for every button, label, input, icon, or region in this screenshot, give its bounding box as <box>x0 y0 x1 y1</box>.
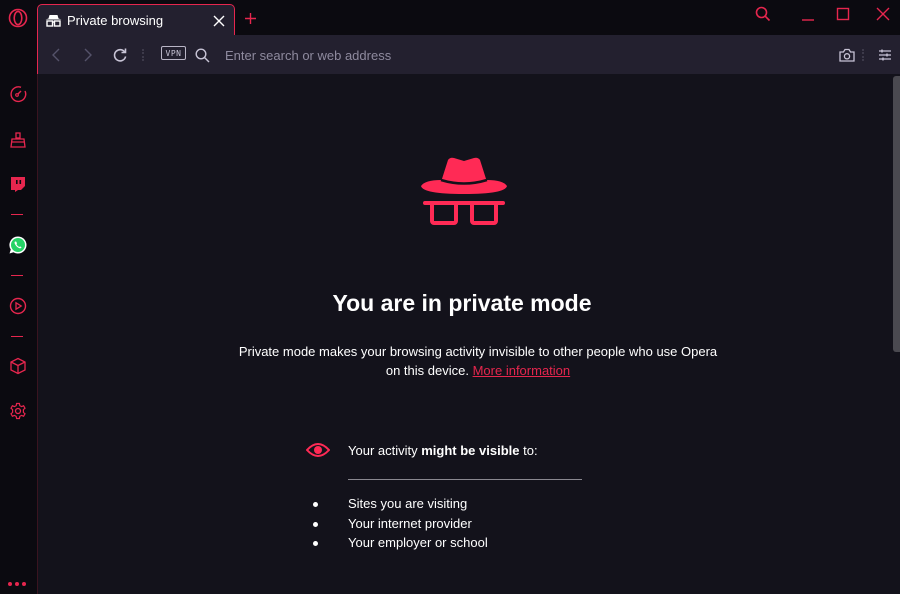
browser-window: Private browsing VPN Enter search or web… <box>0 0 900 594</box>
twitch-icon <box>11 177 25 192</box>
play-icon <box>9 297 27 315</box>
minimize-icon <box>802 19 814 21</box>
reload-button[interactable] <box>109 44 131 66</box>
address-bar-input[interactable] <box>225 45 785 65</box>
sidebar-item-settings[interactable] <box>6 399 30 423</box>
camera-icon <box>839 48 855 62</box>
whatsapp-icon <box>9 236 27 254</box>
plus-icon <box>244 12 256 24</box>
toolbar: VPN <box>37 35 900 74</box>
address-search-icon-button[interactable] <box>191 44 213 66</box>
toolbar-separator <box>142 49 144 61</box>
sidebar <box>0 0 37 594</box>
maximize-button[interactable] <box>832 4 854 24</box>
easy-setup-button[interactable] <box>874 44 896 66</box>
sidebar-item-speed-dial[interactable] <box>6 82 30 106</box>
more-icon <box>8 582 12 586</box>
reload-icon <box>113 48 127 62</box>
incognito-icon <box>45 15 62 27</box>
page-headline: You are in private mode <box>332 290 592 316</box>
visible-suffix: to: <box>519 442 538 458</box>
gear-icon <box>10 402 26 420</box>
cube-icon <box>10 357 26 375</box>
eye-icon <box>306 443 330 457</box>
sidebar-item-twitch[interactable] <box>6 172 30 196</box>
sidebar-item-whatsapp[interactable] <box>6 233 30 257</box>
private-page-content: You are in private mode Private mode mak… <box>37 74 900 594</box>
chevron-left-icon <box>52 48 60 62</box>
sidebar-separator <box>11 275 23 276</box>
tab-title: Private browsing <box>67 13 164 28</box>
close-window-button[interactable] <box>872 4 894 24</box>
sidebar-item-player[interactable] <box>6 294 30 318</box>
snapshot-button[interactable] <box>836 44 858 66</box>
sidebar-separator <box>11 214 23 215</box>
more-icon-dot <box>22 582 26 586</box>
visible-to-list: Sites you are visiting Your internet pro… <box>310 494 488 553</box>
chevron-right-icon <box>84 48 92 62</box>
activity-visible-row: Your activity might be visible to: <box>306 442 538 458</box>
list-item: Your employer or school <box>310 533 488 553</box>
more-icon-dot <box>15 582 19 586</box>
toolbar-separator <box>862 49 864 61</box>
section-divider <box>348 479 582 480</box>
tab-search-button[interactable] <box>752 4 774 24</box>
sidebar-more-button[interactable] <box>8 580 28 588</box>
more-information-link[interactable]: More information <box>473 363 571 378</box>
opera-menu-button[interactable] <box>6 6 30 30</box>
close-icon <box>876 7 890 21</box>
incognito-hat-glasses-icon <box>421 157 507 225</box>
broom-icon <box>10 132 26 148</box>
search-icon <box>194 47 209 62</box>
list-item: Sites you are visiting <box>310 494 488 514</box>
sidebar-item-clear-data[interactable] <box>6 128 30 152</box>
opera-logo-icon <box>8 8 28 28</box>
vpn-button[interactable]: VPN <box>161 46 186 60</box>
tab-private-browsing[interactable]: Private browsing <box>37 4 235 36</box>
speedometer-icon <box>10 86 27 103</box>
visible-bold: might be visible <box>421 442 520 458</box>
tab-close-button[interactable] <box>210 12 228 30</box>
sliders-icon <box>879 49 891 61</box>
new-tab-button[interactable] <box>241 9 259 27</box>
back-button[interactable] <box>45 44 67 66</box>
sidebar-separator <box>11 336 23 337</box>
search-icon <box>755 6 771 22</box>
minimize-button[interactable] <box>797 4 819 24</box>
activity-visible-label: Your activity might be visible to: <box>348 443 538 458</box>
page-description: Private mode makes your browsing activit… <box>238 342 718 380</box>
close-icon <box>213 15 225 26</box>
visible-prefix: Your activity <box>348 442 422 458</box>
sidebar-item-extensions[interactable] <box>6 354 30 378</box>
forward-button[interactable] <box>77 44 99 66</box>
list-item: Your internet provider <box>310 514 488 534</box>
maximize-icon <box>836 7 850 21</box>
